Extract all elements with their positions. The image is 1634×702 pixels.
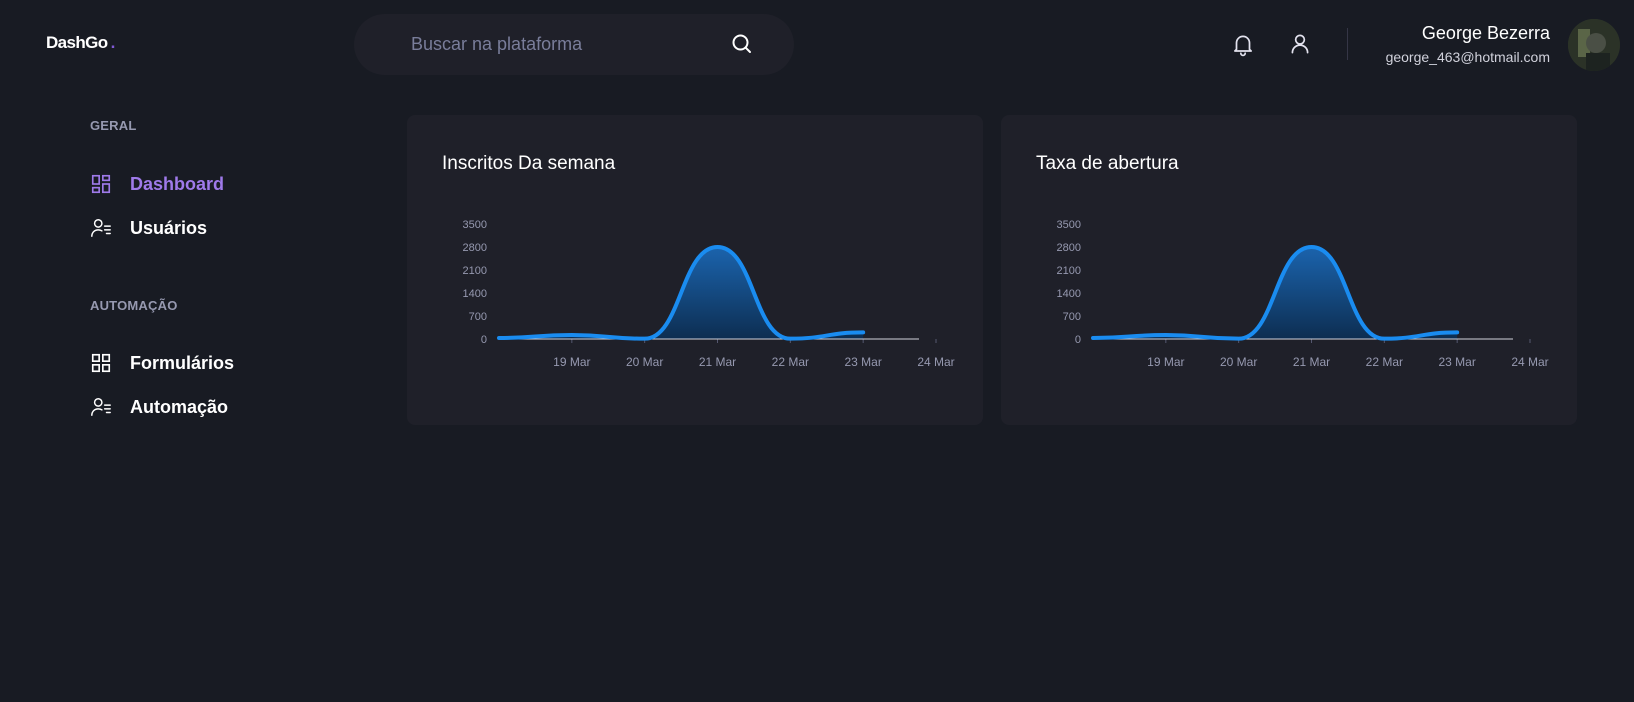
logo-dot: .: [110, 33, 116, 52]
x-tick-label: 24 Mar: [1511, 355, 1548, 369]
y-tick-label: 0: [1075, 334, 1081, 346]
x-tick-label: 20 Mar: [1220, 355, 1257, 369]
search-icon[interactable]: [730, 32, 754, 56]
users-icon: [91, 219, 111, 237]
x-tick-label: 19 Mar: [1147, 355, 1184, 369]
sidebar-item-label: Dashboard: [130, 173, 225, 194]
logo-text: DashGo: [46, 33, 108, 52]
y-tick-label: 700: [1063, 311, 1081, 323]
profile-email: george_463@hotmail.com: [1385, 49, 1550, 65]
x-tick-label: 23 Mar: [1438, 355, 1475, 369]
logo[interactable]: DashGo.: [46, 33, 115, 53]
automation-icon: [91, 398, 111, 416]
sidebar-item-label: Automação: [130, 396, 229, 417]
x-tick-label: 19 Mar: [553, 355, 590, 369]
y-tick-label: 3500: [463, 219, 487, 231]
dashboard-icon: [91, 174, 111, 194]
search-input[interactable]: Buscar na plataforma: [411, 34, 582, 55]
profile-name: George Bezerra: [1421, 23, 1550, 43]
sidebar-item-label: Usuários: [130, 217, 208, 238]
y-tick-label: 1400: [1057, 288, 1081, 300]
chart-inscritos: 0 700 1400 2100 2800 3500 19 Mar 20 Mar 21 Mar 22…: [463, 219, 955, 369]
search-bar[interactable]: Buscar na plataforma: [354, 14, 794, 75]
section-title-automacao: AUTOMAÇÃO: [90, 298, 178, 313]
y-tick-label: 0: [481, 334, 487, 346]
sidebar-item-dashboard[interactable]: Dashboard: [90, 173, 224, 195]
y-tick-label: 700: [469, 311, 487, 323]
y-tick-label: 3500: [1057, 219, 1081, 231]
x-tick-label: 20 Mar: [626, 355, 663, 369]
x-tick-label: 21 Mar: [1293, 355, 1330, 369]
x-tick-label: 24 Mar: [917, 355, 954, 369]
avatar-image: [1568, 19, 1620, 71]
x-tick-label: 22 Mar: [772, 355, 809, 369]
y-tick-label: 2100: [1057, 265, 1081, 277]
app: DashGo. Buscar na plataforma George Beze…: [0, 0, 1634, 702]
sidebar-item-usuarios[interactable]: Usuários: [90, 217, 207, 239]
chart-card-taxa: Taxa de abertura 0 700 1400 2100 2800 3500 19 …: [1001, 115, 1577, 425]
chart-card-inscritos: Inscritos Da semana 0 700 1400 2100 2800 3500…: [407, 115, 983, 425]
avatar[interactable]: [1568, 19, 1620, 71]
user-add-icon[interactable]: [1287, 31, 1313, 57]
notifications-icon[interactable]: [1230, 31, 1256, 57]
chart-taxa: 0 700 1400 2100 2800 3500 19 Mar 20 Mar 21 Mar 22…: [1057, 219, 1549, 369]
y-tick-label: 2800: [463, 242, 487, 254]
x-tick-label: 22 Mar: [1366, 355, 1403, 369]
y-tick-label: 2100: [463, 265, 487, 277]
x-tick-label: 23 Mar: [844, 355, 881, 369]
sidebar-item-automacao[interactable]: Automação: [90, 396, 228, 418]
sidebar-item-label: Formulários: [130, 352, 235, 373]
x-tick-label: 21 Mar: [699, 355, 736, 369]
section-title-geral: GERAL: [90, 118, 137, 133]
y-tick-label: 2800: [1057, 242, 1081, 254]
y-tick-label: 1400: [463, 288, 487, 300]
header-divider: [1347, 28, 1348, 60]
sidebar-item-formularios[interactable]: Formulários: [90, 352, 234, 374]
forms-icon: [91, 353, 111, 373]
